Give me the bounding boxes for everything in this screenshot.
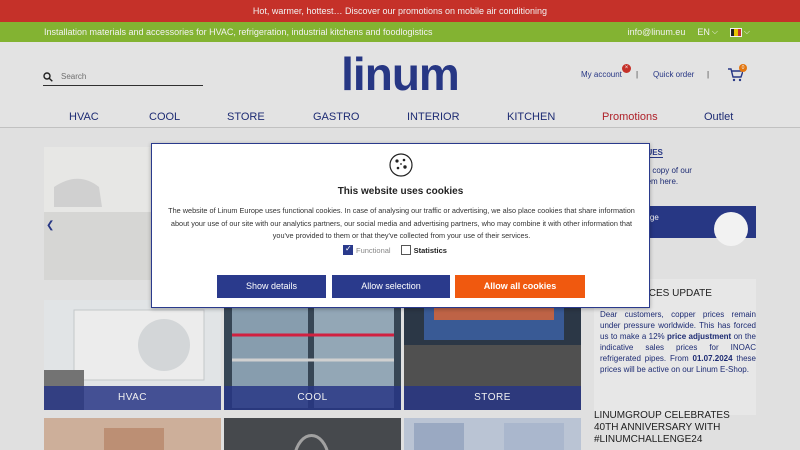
allow-all-cookies-button[interactable]: Allow all cookies [455,275,585,298]
functional-checkbox[interactable]: Functional [343,244,391,255]
functional-label: Functional [356,245,391,255]
statistics-label: Statistics [413,245,447,255]
checkbox-checked-icon[interactable] [343,244,353,255]
show-details-button[interactable]: Show details [217,275,326,298]
checkbox-unchecked-icon[interactable] [400,245,411,255]
allow-selection-button[interactable]: Allow selection [332,275,450,298]
cookie-dialog-text: The website of Linum Europe uses functio… [168,206,635,240]
cookie-icon [389,153,413,177]
cookie-options: Functional Statistics [343,244,447,255]
cookie-consent-dialog: This website uses cookies The website of… [151,143,650,308]
statistics-checkbox[interactable]: Statistics [400,245,447,255]
cookie-dialog-title: This website uses cookies [337,186,464,197]
